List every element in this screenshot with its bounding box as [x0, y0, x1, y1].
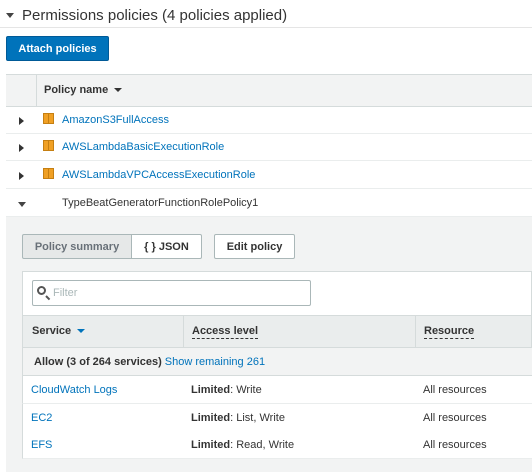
header-divider [0, 27, 532, 28]
show-remaining-link[interactable]: Show remaining 261 [165, 356, 265, 368]
policy-name-column-header[interactable]: Policy name [44, 84, 123, 96]
resource-cell: All resources [423, 384, 487, 396]
policy-name-link[interactable]: AmazonS3FullAccess [62, 114, 169, 126]
expand-row-icon[interactable] [19, 144, 24, 152]
section-title: Permissions policies (4 policies applied… [22, 6, 288, 24]
column-divider [183, 316, 184, 347]
service-column-header[interactable]: Service [32, 325, 86, 337]
policy-name-link[interactable]: AWSLambdaVPCAccessExecutionRole [62, 169, 255, 181]
filter-bar [22, 271, 532, 315]
allow-summary: Allow (3 of 264 services) Show remaining … [34, 356, 265, 368]
allow-label: Allow (3 of 264 services) [34, 356, 162, 368]
sort-desc-icon[interactable] [114, 88, 123, 92]
resource-header-label: Resource [424, 325, 475, 339]
tab-policy-summary[interactable]: Policy summary [22, 234, 132, 259]
service-row: CloudWatch Logs Limited: Write All resou… [22, 376, 532, 404]
sort-desc-icon[interactable] [77, 329, 86, 333]
tab-json[interactable]: { } JSON [132, 234, 202, 259]
allow-group-row: Allow (3 of 264 services) Show remaining … [22, 348, 532, 376]
service-header-label: Service [32, 325, 72, 337]
aws-managed-policy-icon [43, 140, 54, 151]
expand-row-icon[interactable] [19, 117, 24, 125]
access-level-cell: Limited: Write [191, 384, 262, 396]
column-divider [36, 75, 37, 106]
expand-row-icon[interactable] [19, 172, 24, 180]
access-actions: : Read, Write [230, 439, 295, 451]
resource-column-header[interactable]: Resource [424, 325, 475, 339]
filter-input[interactable] [32, 280, 311, 306]
access-level-value: Limited [191, 384, 231, 396]
aws-managed-policy-icon [43, 168, 54, 179]
column-divider [415, 316, 416, 347]
access-level-cell: Limited: List, Write [191, 412, 285, 424]
inline-policy-name: TypeBeatGeneratorFunctionRolePolicy1 [62, 197, 259, 209]
permissions-policies-header[interactable]: Permissions policies (4 policies applied… [6, 4, 287, 26]
access-level-value: Limited [191, 412, 231, 424]
policy-row[interactable]: AmazonS3FullAccess [6, 107, 532, 134]
resource-cell: All resources [423, 439, 487, 451]
policy-row[interactable]: AWSLambdaBasicExecutionRole [6, 134, 532, 161]
policies-table-header: Policy name [6, 74, 532, 107]
access-level-cell: Limited: Read, Write [191, 439, 294, 451]
access-level-header-label: Access level [192, 325, 259, 339]
access-level-column-header[interactable]: Access level [192, 325, 259, 339]
service-link[interactable]: CloudWatch Logs [31, 384, 117, 396]
policy-row[interactable]: AWSLambdaVPCAccessExecutionRole [6, 162, 532, 189]
collapse-row-icon[interactable] [18, 202, 26, 207]
collapse-caret-icon[interactable] [6, 12, 14, 18]
access-actions: : Write [230, 384, 262, 396]
policy-name-header-label: Policy name [44, 84, 109, 96]
services-table-header: Service Access level Resource [22, 315, 532, 348]
resource-cell: All resources [423, 412, 487, 424]
service-row: EFS Limited: Read, Write All resources [22, 431, 532, 459]
attach-policies-button[interactable]: Attach policies [6, 36, 109, 61]
service-link[interactable]: EC2 [31, 412, 52, 424]
aws-managed-policy-icon [43, 113, 54, 124]
service-link[interactable]: EFS [31, 439, 52, 451]
service-row: EC2 Limited: List, Write All resources [22, 404, 532, 432]
access-level-value: Limited [191, 439, 231, 451]
search-icon [37, 286, 46, 295]
policy-name-link[interactable]: AWSLambdaBasicExecutionRole [62, 141, 224, 153]
access-actions: : List, Write [230, 412, 285, 424]
policy-row-expanded[interactable]: TypeBeatGeneratorFunctionRolePolicy1 [6, 190, 532, 217]
edit-policy-button[interactable]: Edit policy [214, 234, 295, 259]
